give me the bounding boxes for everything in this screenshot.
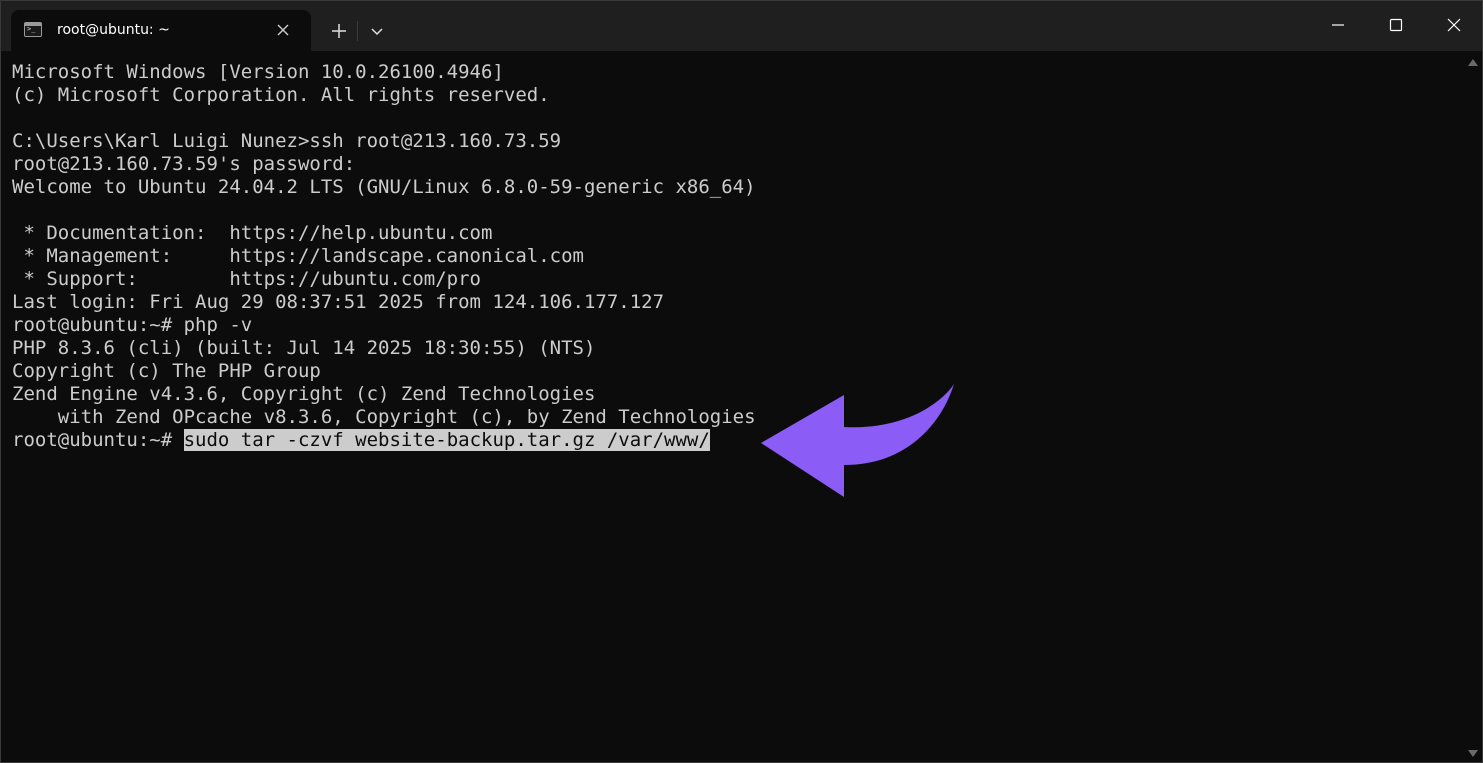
terminal-line: * Support: https://ubuntu.com/pro [12, 268, 481, 290]
maximize-icon [1389, 18, 1403, 32]
terminal-line: * Management: https://landscape.canonica… [12, 245, 584, 267]
scroll-up-arrow-icon[interactable] [1468, 59, 1478, 66]
terminal-window: root@ubuntu: ~ [0, 0, 1483, 763]
minimize-icon [1332, 24, 1344, 26]
highlighted-command[interactable]: sudo tar -czvf website-backup.tar.gz /va… [183, 429, 710, 451]
terminal-line: Copyright (c) The PHP Group [12, 360, 321, 382]
terminal-line: with Zend OPcache v8.3.6, Copyright (c),… [12, 406, 756, 428]
terminal-line: root@213.160.73.59's password: [12, 153, 356, 175]
terminal-line: * Documentation: https://help.ubuntu.com [12, 222, 493, 244]
title-bar[interactable]: root@ubuntu: ~ [1, 1, 1482, 51]
tab-dropdown-button[interactable] [365, 19, 389, 43]
terminal-line: Last login: Fri Aug 29 08:37:51 2025 fro… [12, 291, 665, 313]
tab-title: root@ubuntu: ~ [57, 22, 170, 38]
terminal-line: C:\Users\Karl Luigi Nunez>ssh root@213.1… [12, 130, 562, 152]
close-window-button[interactable] [1425, 1, 1482, 49]
terminal-icon [24, 22, 42, 37]
terminal-line: root@ubuntu:~# php -v [12, 314, 253, 336]
terminal-output[interactable]: Microsoft Windows [Version 10.0.26100.49… [1, 51, 1463, 762]
shell-prompt: root@ubuntu:~# [12, 429, 184, 451]
new-tab-button[interactable] [327, 19, 351, 43]
tab-root-ubuntu[interactable]: root@ubuntu: ~ [11, 10, 311, 51]
terminal-line: PHP 8.3.6 (cli) (built: Jul 14 2025 18:3… [12, 337, 596, 359]
titlebar-divider [357, 21, 358, 41]
close-icon[interactable] [275, 22, 291, 38]
plus-icon [332, 24, 346, 38]
chevron-down-icon [371, 28, 383, 36]
scrollbar[interactable] [1463, 51, 1482, 762]
maximize-button[interactable] [1367, 1, 1425, 49]
terminal-line: (c) Microsoft Corporation. All rights re… [12, 84, 550, 106]
current-command-line[interactable]: root@ubuntu:~# sudo tar -czvf website-ba… [12, 429, 1463, 452]
scroll-down-arrow-icon[interactable] [1468, 750, 1478, 757]
terminal-line: Welcome to Ubuntu 24.04.2 LTS (GNU/Linux… [12, 176, 756, 198]
terminal-line: Microsoft Windows [Version 10.0.26100.49… [12, 61, 504, 83]
annotation-arrow-icon [761, 384, 954, 497]
close-icon [1447, 18, 1461, 32]
minimize-button[interactable] [1309, 1, 1367, 49]
terminal-line: Zend Engine v4.3.6, Copyright (c) Zend T… [12, 383, 596, 405]
